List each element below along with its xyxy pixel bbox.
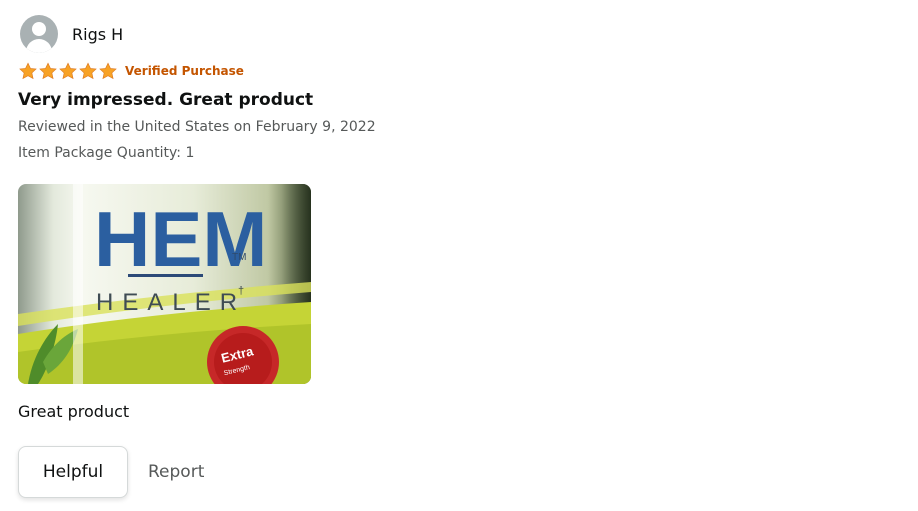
review-photo[interactable]: HEM TM HEALER † Extra Strength: [18, 184, 311, 384]
review-actions: Helpful Report: [18, 446, 898, 498]
verified-purchase-badge[interactable]: Verified Purchase: [125, 64, 244, 78]
review-body: Great product: [18, 402, 130, 421]
star-icon: [99, 61, 117, 79]
star-icon: [19, 61, 37, 79]
reviewer-profile[interactable]: Rigs H: [18, 14, 898, 54]
star-icon: [39, 61, 57, 79]
review-photo-subtitle-mark: †: [238, 285, 244, 297]
star-rating[interactable]: [18, 61, 118, 81]
review-date: Reviewed in the United States on Februar…: [18, 119, 376, 135]
user-avatar-icon: [20, 15, 58, 53]
star-icon: [79, 61, 97, 79]
star-icon: [59, 61, 77, 79]
rating-row: Verified Purchase: [18, 60, 898, 82]
review-photo-subtitle: HEALER: [96, 289, 246, 316]
helpful-button[interactable]: Helpful: [18, 446, 128, 498]
review-photo-brand: HEM: [94, 195, 267, 283]
item-package-quantity: Item Package Quantity: 1: [18, 145, 195, 161]
reviewer-name[interactable]: Rigs H: [72, 25, 123, 44]
report-link[interactable]: Report: [148, 462, 204, 482]
review-photo-trademark: TM: [232, 252, 246, 263]
review-title: Very impressed. Great product: [18, 90, 314, 110]
customer-review: Rigs H Verified Purchase Very impressed.…: [18, 14, 898, 498]
